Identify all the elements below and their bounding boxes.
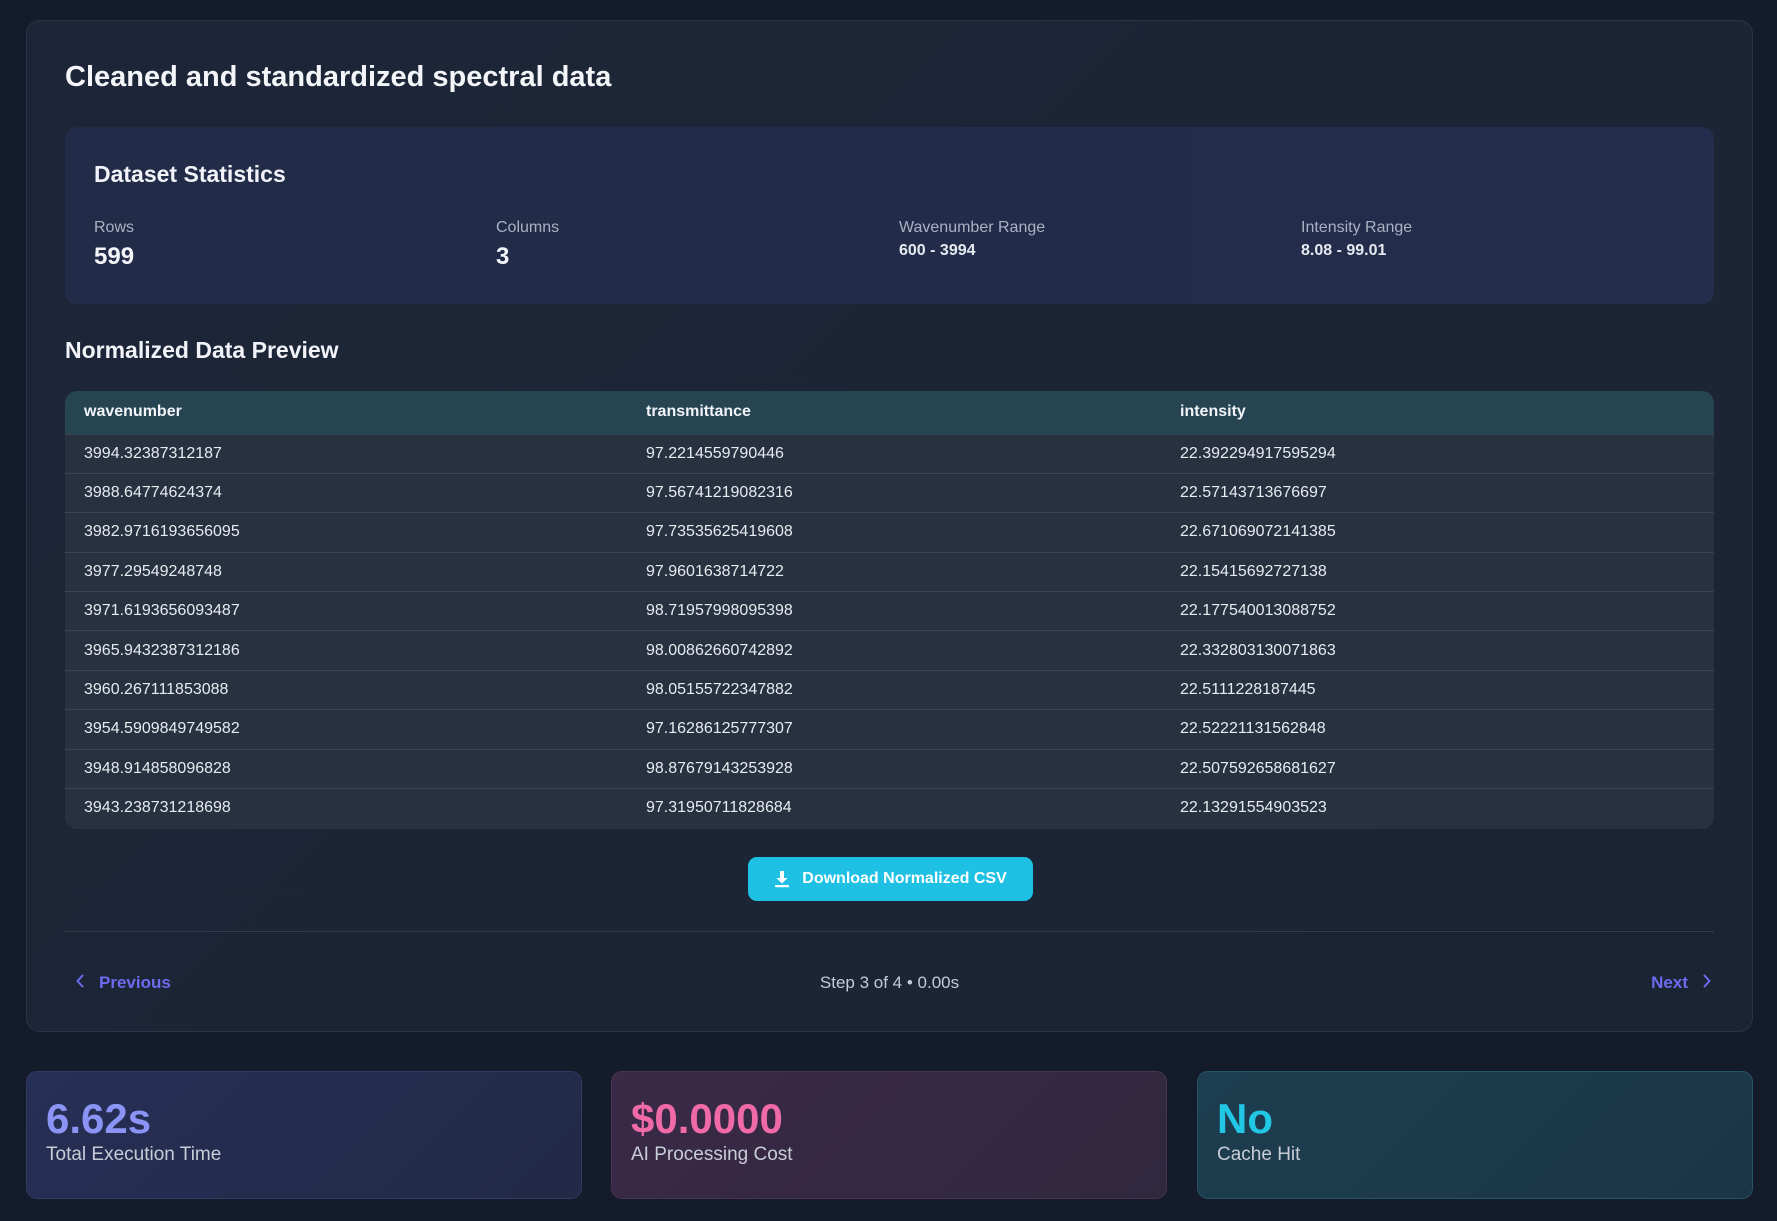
stat-intensity-range: Intensity Range 8.08 - 99.01 — [1301, 219, 1412, 260]
cell-wavenumber: 3977.29549248748 — [84, 562, 222, 580]
column-header-wavenumber: wavenumber — [84, 403, 182, 421]
cell-transmittance: 97.31950711828684 — [646, 799, 792, 817]
cell-transmittance: 98.05155722347882 — [646, 681, 793, 699]
stat-rows-label: Rows — [94, 219, 135, 236]
cache-hit-label: Cache Hit — [1217, 1144, 1301, 1166]
table-row: 3977.29549248748 97.9601638714722 22.15415… — [65, 552, 1714, 591]
cell-wavenumber: 3988.64774624374 — [84, 484, 222, 502]
stat-intensity-label: Intensity Range — [1301, 219, 1413, 236]
chevron-right-icon — [1702, 973, 1712, 993]
cell-intensity: 22.5111228187445 — [1180, 681, 1316, 699]
table-row: 3965.9432387312186 98.00862660742892 22.33… — [65, 630, 1714, 670]
next-label: Next — [1651, 973, 1688, 992]
stat-intensity-value: 8.08 - 99.01 — [1301, 242, 1387, 259]
cell-wavenumber: 3948.914858096828 — [84, 759, 231, 777]
cell-transmittance: 98.00862660742892 — [646, 641, 793, 659]
step-indicator: Step 3 of 4 • 0.00s — [819, 973, 960, 992]
cell-transmittance: 97.16286125777307 — [646, 720, 793, 738]
execution-time-value: 6.62s — [46, 1095, 152, 1142]
cell-wavenumber: 3994.32387312187 — [84, 444, 222, 462]
download-csv-label: Download Normalized CSV — [802, 870, 1007, 887]
metric-ai-cost: $0.0000 AI Processing Cost — [611, 1071, 1167, 1199]
dataset-statistics-panel: Dataset Statistics Rows 599 Columns 3 Wa… — [65, 127, 1714, 304]
table-row: 3994.32387312187 97.2214559790446 22.39229… — [65, 434, 1714, 473]
data-preview-table: wavenumber transmittance intensity 3994.… — [65, 391, 1714, 829]
table-row: 3954.5909849749582 97.16286125777307 22.52… — [65, 709, 1714, 749]
cell-wavenumber: 3965.9432387312186 — [84, 641, 240, 659]
cell-transmittance: 98.71957998095398 — [646, 602, 793, 620]
cell-transmittance: 97.2214559790446 — [646, 444, 784, 462]
stat-columns: Columns 3 — [496, 219, 559, 271]
stat-wavenumber-range: Wavenumber Range 600 - 3994 — [899, 219, 1045, 260]
cell-intensity: 22.507592658681627 — [1180, 759, 1336, 777]
cell-transmittance: 97.56741219082316 — [646, 484, 793, 502]
stat-wavenumber-value: 600 - 3994 — [899, 242, 976, 259]
cell-wavenumber: 3960.267111853088 — [84, 681, 229, 699]
step-card: Cleaned and standardized spectral data D… — [26, 20, 1753, 1032]
cell-intensity: 22.52221131562848 — [1180, 720, 1326, 738]
ai-cost-label: AI Processing Cost — [631, 1144, 793, 1166]
cell-intensity: 22.15415692727138 — [1180, 562, 1327, 580]
cell-wavenumber: 3971.6193656093487 — [84, 602, 240, 620]
stats-title: Dataset Statistics — [94, 161, 286, 187]
column-header-intensity: intensity — [1180, 403, 1246, 421]
table-row: 3988.64774624374 97.56741219082316 22.5714… — [65, 473, 1714, 512]
cell-wavenumber: 3943.238731218698 — [84, 799, 231, 817]
execution-time-label: Total Execution Time — [46, 1144, 222, 1166]
cell-wavenumber: 3954.5909849749582 — [84, 720, 240, 738]
cell-intensity: 22.177540013088752 — [1180, 602, 1336, 620]
cell-intensity: 22.671069072141385 — [1180, 523, 1336, 541]
table-row: 3948.914858096828 98.87679143253928 22.507… — [65, 749, 1714, 788]
cell-intensity: 22.57143713676697 — [1180, 484, 1327, 502]
cell-intensity: 22.392294917595294 — [1180, 444, 1336, 462]
stat-columns-label: Columns — [496, 219, 560, 236]
cell-transmittance: 97.9601638714722 — [646, 562, 784, 580]
table-row: 3971.6193656093487 98.71957998095398 22.17… — [65, 591, 1714, 631]
stat-rows-value: 599 — [94, 243, 135, 270]
divider — [65, 931, 1714, 932]
metric-cache-hit: No Cache Hit — [1197, 1071, 1753, 1199]
download-csv-button[interactable]: Download Normalized CSV — [748, 857, 1033, 901]
table-header-row: wavenumber transmittance intensity — [65, 391, 1714, 434]
cell-wavenumber: 3982.9716193656095 — [84, 523, 240, 541]
cell-transmittance: 98.87679143253928 — [646, 759, 793, 777]
stat-rows: Rows 599 — [94, 219, 134, 271]
table-row: 3982.9716193656095 97.73535625419608 22.67… — [65, 512, 1714, 552]
stat-wavenumber-label: Wavenumber Range — [899, 219, 1046, 236]
page-title: Cleaned and standardized spectral data — [65, 61, 612, 93]
table-row: 3943.238731218698 97.31950711828684 22.132… — [65, 788, 1714, 828]
table-row: 3960.267111853088 98.05155722347882 22.511… — [65, 670, 1714, 709]
next-button[interactable]: Next — [1651, 973, 1712, 993]
stat-columns-value: 3 — [496, 243, 510, 270]
column-header-transmittance: transmittance — [646, 403, 751, 421]
cell-transmittance: 97.73535625419608 — [646, 523, 793, 541]
metric-execution-time: 6.62s Total Execution Time — [26, 1071, 582, 1199]
cache-hit-value: No — [1217, 1095, 1273, 1142]
cell-intensity: 22.13291554903523 — [1180, 799, 1327, 817]
preview-title: Normalized Data Preview — [65, 337, 339, 363]
cell-intensity: 22.332803130071863 — [1180, 641, 1336, 659]
download-icon — [774, 870, 790, 888]
ai-cost-value: $0.0000 — [631, 1095, 783, 1142]
